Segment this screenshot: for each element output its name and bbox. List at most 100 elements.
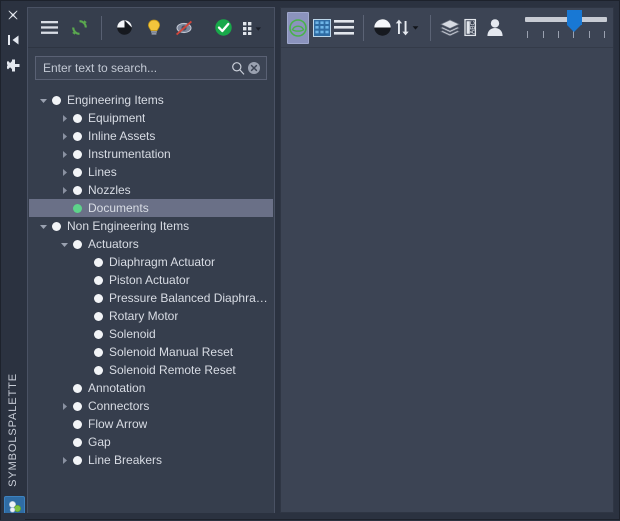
shape-tool-icon[interactable] (287, 11, 309, 44)
tree-item-bullet-icon (73, 149, 82, 159)
tree-item-label: Connectors (88, 399, 150, 413)
clear-icon[interactable] (246, 60, 262, 76)
tree-item[interactable]: Solenoid Manual Reset (29, 343, 273, 361)
drawing-canvas[interactable] (281, 48, 613, 512)
tree-item-bullet-icon (73, 167, 82, 177)
settings-icon[interactable] (5, 57, 21, 73)
zoom-slider-tick (542, 31, 544, 38)
tree-item-bullet-icon (73, 383, 82, 393)
chevron-right-icon[interactable] (58, 184, 70, 196)
tree-item[interactable]: Gap (29, 433, 273, 451)
user-icon[interactable] (485, 13, 504, 43)
contrast-icon[interactable] (373, 13, 392, 43)
expander-placeholder (58, 418, 70, 430)
tree-item[interactable]: Diaphragm Actuator (29, 253, 273, 271)
no-preview-icon[interactable] (171, 15, 197, 41)
tree-item-label: Annotation (88, 381, 146, 395)
toolbar-separator (101, 15, 102, 40)
lightbulb-icon[interactable] (141, 15, 167, 41)
tree-item[interactable]: Flow Arrow (29, 415, 273, 433)
layers-icon[interactable] (440, 13, 460, 43)
tree-item-bullet-icon (73, 455, 82, 465)
grid-options-icon[interactable] (240, 15, 266, 41)
zoom-slider-tick (573, 31, 575, 38)
tree-item[interactable]: Nozzles (29, 181, 273, 199)
search-area (28, 48, 274, 85)
tree-item-bullet-icon (52, 221, 61, 231)
zoom-slider-track[interactable] (525, 10, 607, 32)
tree-item-label: Gap (88, 435, 111, 449)
zoom-slider-ticks (525, 31, 607, 38)
tree-item[interactable]: Inline Assets (29, 127, 273, 145)
list-view-icon[interactable] (334, 13, 355, 43)
sort-icon[interactable] (395, 13, 421, 43)
zoom-slider-thumb[interactable] (566, 10, 582, 32)
chevron-right-icon[interactable] (58, 454, 70, 466)
tree-item[interactable]: Piston Actuator (29, 271, 273, 289)
tree-item[interactable]: Annotation (29, 379, 273, 397)
tree-item[interactable]: Pressure Balanced Diaphrag… (29, 289, 273, 307)
rail-icon-group (1, 1, 25, 73)
auto-hide-icon[interactable] (5, 32, 21, 48)
chevron-right-icon[interactable] (58, 130, 70, 142)
tree-item-bullet-icon (52, 95, 61, 105)
tree-item[interactable]: Solenoid (29, 325, 273, 343)
tree-item-bullet-icon (73, 419, 82, 429)
chevron-right-icon[interactable] (58, 166, 70, 178)
tree-item[interactable]: Solenoid Remote Reset (29, 361, 273, 379)
expander-placeholder (79, 328, 91, 340)
tree-item-label: Solenoid Remote Reset (109, 363, 236, 377)
tree-item-label: Engineering Items (67, 93, 164, 107)
tree-item[interactable]: Lines (29, 163, 273, 181)
expander-placeholder (58, 202, 70, 214)
main-toolbar: ABC (281, 8, 613, 48)
zoom-slider-tick (558, 31, 560, 38)
contrast-icon[interactable] (111, 15, 137, 41)
tree-item-bullet-icon (73, 131, 82, 141)
expander-placeholder (79, 364, 91, 376)
chevron-down-icon[interactable] (37, 94, 49, 106)
tree-item-bullet-icon (94, 293, 103, 303)
symbol-palette-panel: Engineering Items Equipment Inline Assets I… (27, 7, 275, 515)
tree-item-bullet-icon (73, 239, 82, 249)
zoom-slider[interactable] (525, 10, 607, 38)
search-icon[interactable] (230, 60, 246, 76)
abc-label-icon[interactable]: ABC (463, 13, 482, 43)
tree-item[interactable]: Connectors (29, 397, 273, 415)
tree-item-bullet-icon (73, 203, 82, 213)
application-window: SYMBOLSPALETTE Enter text to search... E… (0, 0, 620, 521)
table-grid-icon[interactable] (312, 13, 331, 43)
tree-item[interactable]: Line Breakers (29, 451, 273, 469)
search-box[interactable] (35, 56, 267, 80)
zoom-slider-tick (527, 31, 529, 38)
tree-item-label: Flow Arrow (88, 417, 148, 431)
tree-item[interactable]: Engineering Items (29, 91, 273, 109)
search-input[interactable] (43, 61, 230, 75)
expander-placeholder (79, 274, 91, 286)
expander-placeholder (79, 292, 91, 304)
menu-icon[interactable] (36, 15, 62, 41)
tree-item[interactable]: Rotary Motor (29, 307, 273, 325)
symbol-tree[interactable]: Engineering Items Equipment Inline Assets I… (29, 86, 273, 513)
expander-placeholder (58, 436, 70, 448)
validate-icon[interactable] (210, 15, 236, 41)
chevron-right-icon[interactable] (58, 112, 70, 124)
refresh-icon[interactable] (66, 15, 92, 41)
chevron-down-icon[interactable] (37, 220, 49, 232)
chevron-right-icon[interactable] (58, 148, 70, 160)
tree-item-label: Inline Assets (88, 129, 156, 143)
tree-item[interactable]: Documents (29, 199, 273, 217)
chevron-down-icon[interactable] (58, 238, 70, 250)
close-icon[interactable] (5, 7, 21, 23)
tree-item-bullet-icon (73, 401, 82, 411)
tree-item-bullet-icon (94, 311, 103, 321)
tree-item-bullet-icon (94, 257, 103, 267)
tree-item[interactable]: Actuators (29, 235, 273, 253)
chevron-right-icon[interactable] (58, 400, 70, 412)
tree-item[interactable]: Equipment (29, 109, 273, 127)
tree-item-label: Actuators (88, 237, 139, 251)
tree-item-label: Nozzles (88, 183, 131, 197)
tree-item[interactable]: Instrumentation (29, 145, 273, 163)
tree-item[interactable]: Non Engineering Items (29, 217, 273, 235)
panel-title-text: SYMBOLSPALETTE (7, 373, 19, 487)
